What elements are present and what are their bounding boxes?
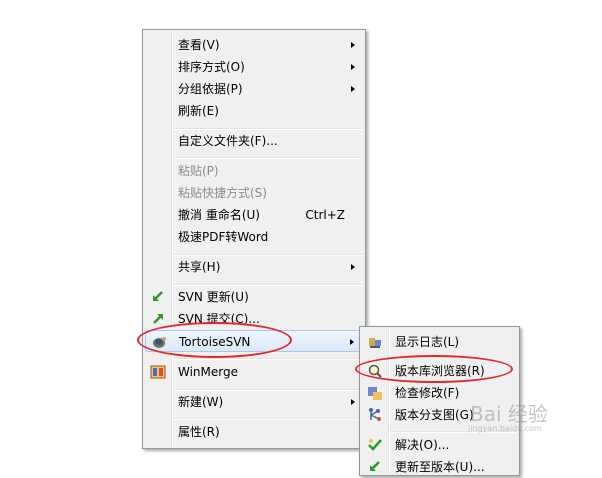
menu-item-refresh[interactable]: 刷新(E)	[145, 100, 363, 122]
menu-item-pdf-to-word[interactable]: 极速PDF转Word	[145, 226, 363, 248]
menu-item-label: 自定义文件夹(F)...	[178, 134, 278, 148]
submenu-arrow-icon	[351, 264, 355, 270]
watermark-subtext: jingyan.baidu.com	[468, 424, 542, 433]
submenu-item-show-log[interactable]: 显示日志(L)	[362, 331, 517, 353]
menu-item-label: 查看(V)	[178, 38, 220, 52]
menu-item-label: 分组依据(P)	[178, 82, 243, 96]
menu-item-label: SVN 提交(C)...	[178, 312, 260, 326]
menu-item-group-by[interactable]: 分组依据(P)	[145, 78, 363, 100]
menu-item-label: 属性(R)	[178, 425, 220, 439]
menu-item-sort-by[interactable]: 排序方式(O)	[145, 56, 363, 78]
submenu-arrow-icon	[351, 86, 355, 92]
menu-separator	[173, 418, 363, 420]
menu-item-label: SVN 更新(U)	[178, 290, 249, 304]
check-modifications-icon	[368, 387, 382, 400]
resolve-icon	[368, 439, 382, 451]
show-log-icon	[369, 338, 381, 348]
menu-item-label: 撤消 重命名(U)	[178, 208, 260, 222]
submenu-arrow-icon	[351, 64, 355, 70]
submenu-arrow-icon	[351, 399, 355, 405]
menu-item-tortoisesvn[interactable]: TortoiseSVN	[145, 330, 363, 352]
winmerge-icon	[150, 365, 166, 379]
menu-item-label: 排序方式(O)	[178, 60, 245, 74]
menu-item-properties[interactable]: 属性(R)	[145, 421, 363, 443]
menu-item-shortcut: Ctrl+Z	[305, 208, 345, 222]
menu-separator	[173, 157, 363, 159]
update-revision-icon	[370, 461, 380, 471]
menu-item-label: 检查修改(F)	[395, 386, 460, 400]
menu-item-paste-shortcut: 粘贴快捷方式(S)	[145, 182, 363, 204]
submenu-arrow-icon	[350, 339, 354, 345]
svn-update-icon	[153, 291, 163, 301]
menu-item-label: 粘贴(P)	[178, 164, 219, 178]
menu-item-label: 解决(O)...	[395, 438, 450, 452]
menu-item-svn-update[interactable]: SVN 更新(U)	[145, 286, 363, 308]
menu-item-label: 版本库浏览器(R)	[395, 364, 485, 378]
submenu-arrow-icon	[351, 42, 355, 48]
revision-graph-icon	[369, 408, 381, 421]
menu-item-share[interactable]: 共享(H)	[145, 256, 363, 278]
menu-item-paste: 粘贴(P)	[145, 160, 363, 182]
menu-item-new[interactable]: 新建(W)	[145, 391, 363, 413]
menu-item-customize-folder[interactable]: 自定义文件夹(F)...	[145, 130, 363, 152]
menu-item-label: 刷新(E)	[178, 104, 219, 118]
menu-item-svn-commit[interactable]: SVN 提交(C)...	[145, 308, 363, 330]
menu-separator	[173, 358, 363, 360]
menu-item-label: 新建(W)	[178, 395, 224, 409]
menu-item-label: 更新至版本(U)...	[395, 460, 485, 474]
submenu-item-update-to-revision[interactable]: 更新至版本(U)...	[362, 456, 517, 478]
watermark: Bai 经验 jingyan.baidu.com	[460, 398, 602, 438]
menu-item-winmerge[interactable]: WinMerge	[145, 361, 363, 383]
tortoisesvn-icon	[153, 337, 166, 348]
submenu-item-repo-browser[interactable]: 版本库浏览器(R)	[362, 360, 517, 382]
menu-item-label: TortoiseSVN	[179, 335, 251, 349]
context-menu: 查看(V) 排序方式(O) 分组依据(P) 刷新(E) 自定义文件夹(F)...…	[142, 29, 366, 449]
repo-browser-icon	[368, 364, 382, 378]
menu-item-undo-rename[interactable]: 撤消 重命名(U) Ctrl+Z	[145, 204, 363, 226]
menu-item-label: 极速PDF转Word	[178, 230, 269, 244]
menu-item-label: 显示日志(L)	[395, 335, 460, 349]
menu-item-label: 共享(H)	[178, 260, 221, 274]
watermark-text: Bai 经验	[470, 402, 548, 426]
menu-item-label: 粘贴快捷方式(S)	[178, 186, 267, 200]
menu-item-view[interactable]: 查看(V)	[145, 34, 363, 56]
menu-item-label: WinMerge	[178, 365, 238, 379]
svn-commit-icon	[153, 314, 163, 324]
